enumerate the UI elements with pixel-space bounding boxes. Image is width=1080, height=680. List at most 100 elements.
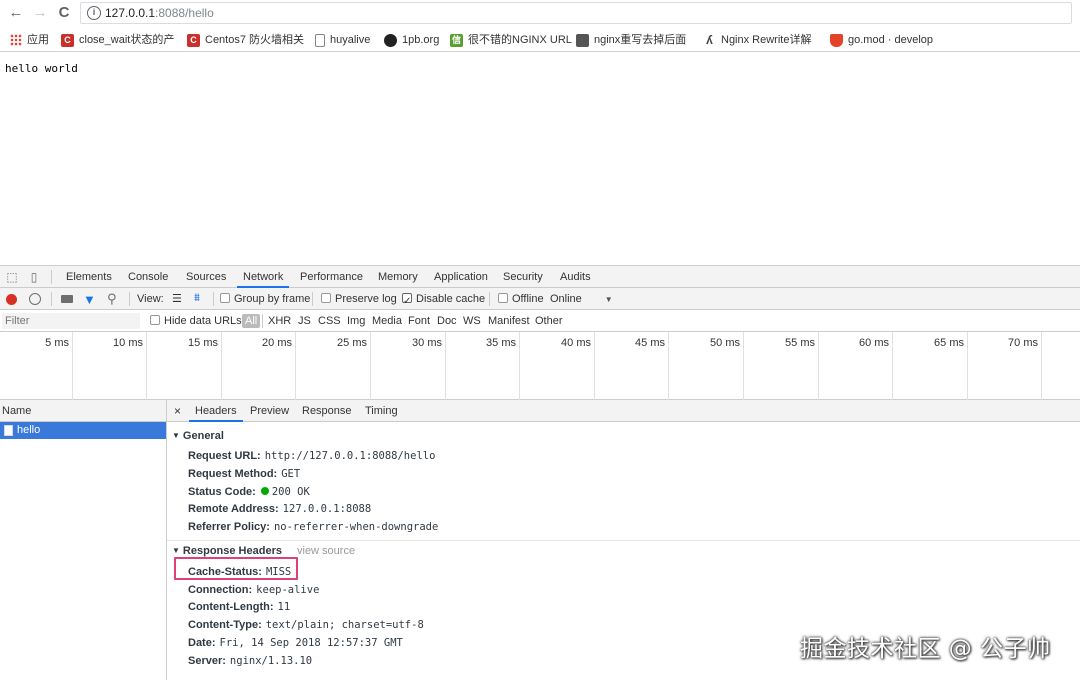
header-row: Referrer Policy: no-referrer-when-downgra… — [188, 521, 438, 533]
checkbox-icon — [321, 293, 331, 303]
disable-cache-checkbox[interactable]: Disable cache — [402, 288, 485, 313]
tab-sources[interactable]: Sources — [186, 266, 226, 288]
clear-icon[interactable] — [29, 293, 41, 305]
bookmark-item[interactable]: C close_wait状态的产 — [61, 32, 174, 48]
site-info-icon[interactable]: i — [87, 6, 101, 20]
filter-img[interactable]: Img — [347, 310, 365, 332]
filter-css[interactable]: CSS — [318, 310, 341, 332]
tab-elements[interactable]: Elements — [66, 266, 112, 288]
browser-toolbar: ← → C i 127.0.0.1:8088/hello — [0, 0, 1080, 27]
tab-console[interactable]: Console — [128, 266, 168, 288]
tab-timing[interactable]: Timing — [365, 400, 398, 422]
camera-icon[interactable] — [61, 295, 73, 303]
filter-all[interactable]: All — [242, 314, 261, 328]
filter-doc[interactable]: Doc — [437, 310, 457, 332]
bookmark-item[interactable]: 信 很不错的NGINX URL — [450, 32, 572, 48]
view-source-link[interactable]: view source — [297, 545, 355, 557]
divider — [262, 314, 263, 328]
filter-icon[interactable]: ▼ — [83, 292, 96, 307]
inspect-element-icon[interactable]: ⬚ — [5, 270, 19, 284]
divider — [129, 292, 130, 306]
column-header-name[interactable]: Name — [0, 400, 166, 422]
bookmark-item[interactable]: ʎ Nginx Rewrite详解 — [703, 32, 811, 48]
page-body-text: hello world — [5, 62, 78, 75]
waterfall-icon[interactable]: ⩩ — [194, 293, 200, 304]
filter-media[interactable]: Media — [372, 310, 402, 332]
view-label: View: — [137, 293, 164, 305]
group-by-frame-checkbox[interactable]: Group by frame — [220, 288, 310, 310]
header-row: Request Method: GET — [188, 468, 300, 480]
tab-audits[interactable]: Audits — [560, 266, 591, 288]
header-key: Request Method: — [188, 468, 278, 480]
tab-response[interactable]: Response — [302, 400, 352, 422]
bookmark-label: Centos7 防火墙相关 — [205, 33, 305, 46]
url-text: 127.0.0.1:8088/hello — [105, 6, 214, 20]
network-overview-timeline[interactable]: 5 ms 10 ms 15 ms 20 ms 25 ms 30 ms 35 ms 40 ms 4… — [0, 332, 1080, 400]
csdn-icon: C — [61, 33, 74, 47]
timeline-tick-label: 70 ms — [1008, 337, 1038, 349]
filter-ws[interactable]: WS — [463, 310, 481, 332]
header-key: Connection: — [188, 584, 253, 596]
bookmark-item[interactable]: nginx重写去掉后面 — [576, 32, 686, 48]
chevron-down-icon: ▼ — [604, 295, 613, 304]
status-ok-icon — [260, 487, 269, 495]
address-bar[interactable]: i 127.0.0.1:8088/hello — [80, 2, 1072, 24]
large-rows-icon[interactable]: ☰ — [172, 294, 182, 305]
close-icon[interactable]: × — [174, 400, 181, 422]
request-name: hello — [17, 424, 41, 436]
preserve-log-checkbox[interactable]: Preserve log — [321, 288, 397, 310]
filter-input[interactable] — [2, 313, 140, 329]
header-row: Server: nginx/1.13.10 — [188, 655, 312, 667]
header-row: Request URL: http://127.0.0.1:8088/hello — [188, 450, 435, 462]
header-value: 127.0.0.1:8088 — [282, 503, 372, 515]
watermark: 掘金技术社区 @ 公子帅 — [800, 636, 1051, 662]
back-arrow-icon[interactable]: ← — [7, 4, 25, 22]
offline-checkbox[interactable]: Offline — [498, 288, 544, 310]
header-key: Date: — [188, 637, 216, 649]
tab-network[interactable]: Network — [237, 266, 290, 288]
filter-font[interactable]: Font — [408, 310, 430, 332]
request-row-selected[interactable]: hello — [0, 422, 166, 439]
header-key: Content-Length: — [188, 601, 274, 613]
detail-tabbar: × Headers Preview Response Timing — [167, 400, 1080, 422]
bookmark-apps[interactable]: 应用 — [10, 32, 49, 48]
tab-application[interactable]: Application — [434, 266, 488, 288]
header-value: no-referrer-when-downgrade — [273, 521, 439, 533]
bookmark-label: nginx重写去掉后面 — [594, 33, 687, 46]
tab-security[interactable]: Security — [503, 266, 543, 288]
throttling-select[interactable]: Online ▼ — [550, 288, 613, 310]
bookmark-item[interactable]: huyalive — [315, 32, 370, 48]
bookmark-item[interactable]: go.mod · develop — [830, 32, 933, 48]
bookmark-item[interactable]: 1pb.org — [384, 32, 439, 48]
divider — [51, 270, 52, 284]
site-icon: ʎ — [706, 32, 713, 47]
hide-data-urls-checkbox[interactable]: Hide data URLs — [150, 310, 242, 332]
header-value: 11 — [277, 601, 291, 613]
checkbox-label: Preserve log — [335, 293, 397, 305]
divider — [489, 292, 490, 306]
header-value: GET — [281, 468, 301, 480]
timeline-gridline — [0, 332, 1042, 400]
general-section-title[interactable]: ▼ General — [172, 430, 224, 442]
bookmark-label: Nginx Rewrite详解 — [721, 33, 812, 46]
response-headers-section-title[interactable]: ▼ Response Headers — [172, 545, 282, 557]
reload-icon[interactable]: C — [55, 4, 73, 22]
tab-preview[interactable]: Preview — [250, 400, 289, 422]
search-icon[interactable]: ⚲ — [107, 291, 117, 307]
tab-headers[interactable]: Headers — [189, 400, 243, 422]
header-key: Status Code: — [188, 486, 256, 498]
bookmark-label: go.mod · develop — [848, 33, 933, 46]
filter-other[interactable]: Other — [535, 310, 563, 332]
device-toolbar-icon[interactable]: ▯ — [27, 270, 41, 284]
tab-performance[interactable]: Performance — [300, 266, 363, 288]
filter-xhr[interactable]: XHR — [268, 310, 291, 332]
forward-arrow-icon[interactable]: → — [31, 4, 49, 22]
filter-js[interactable]: JS — [298, 310, 311, 332]
divider — [213, 292, 214, 306]
tab-memory[interactable]: Memory — [378, 266, 418, 288]
bookmark-item[interactable]: C Centos7 防火墙相关 — [187, 32, 304, 48]
filter-manifest[interactable]: Manifest — [488, 310, 530, 332]
record-icon[interactable] — [6, 294, 17, 305]
devtools-panel: ⬚ ▯ Elements Console Sources Network Per… — [0, 265, 1080, 680]
bookmark-label: 1pb.org — [402, 33, 440, 46]
